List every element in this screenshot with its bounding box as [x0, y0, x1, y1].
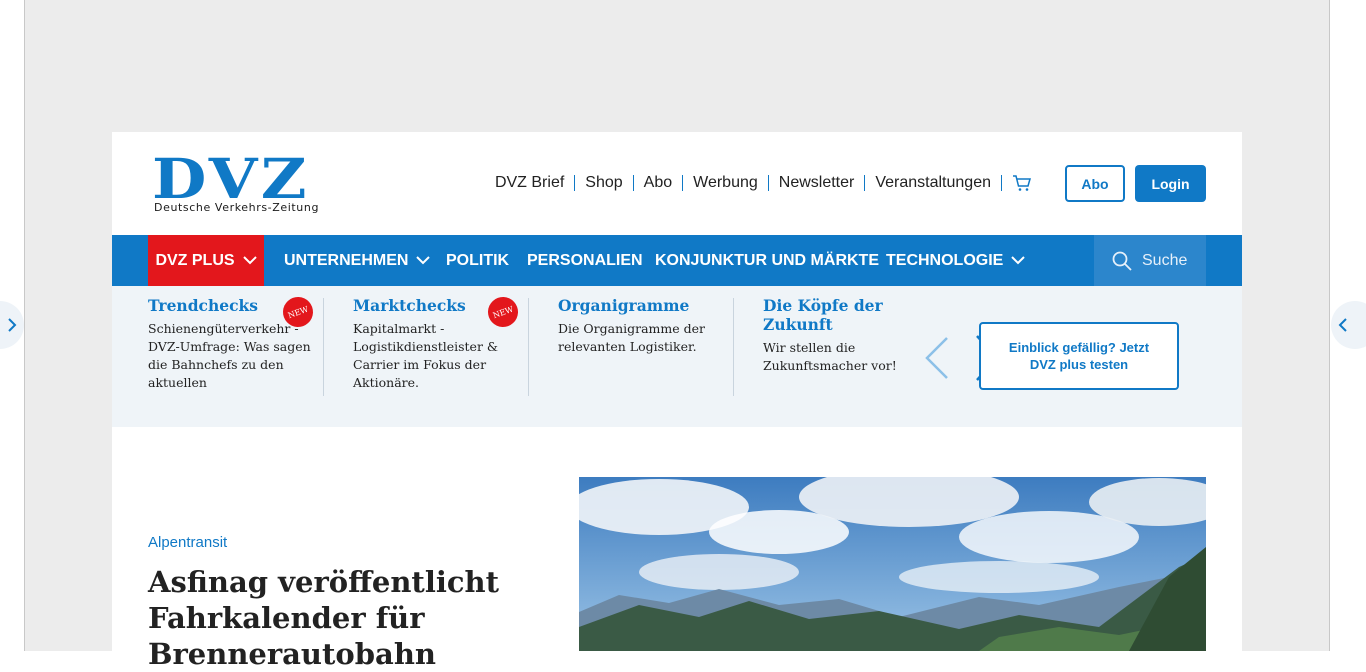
- top-navigation: DVZ Brief Shop Abo Werbung Newsletter Ve…: [485, 172, 1042, 194]
- card-divider: [323, 298, 324, 396]
- nav-item-unternehmen[interactable]: UNTERNEHMEN: [284, 235, 431, 286]
- search-button[interactable]: Suche: [1094, 235, 1206, 286]
- card-text: Kapitalmarkt - Logistikdienstleister & C…: [353, 321, 499, 390]
- card-title: Die Köpfe der Zukunft: [763, 296, 883, 334]
- card-divider: [528, 298, 529, 396]
- card-text: Die Organigramme der relevanten Logistik…: [558, 321, 705, 354]
- chevron-down-icon: [242, 256, 257, 265]
- chevron-down-icon: [416, 256, 431, 265]
- dvz-logo[interactable]: DVZ Deutsche Verkehrs-Zeitung: [152, 151, 334, 214]
- nav-item-personalien[interactable]: PERSONALIEN: [527, 235, 643, 286]
- nav-item-technologie[interactable]: TECHNOLOGIE: [886, 235, 1026, 286]
- dvz-plus-dropdown: Trendchecks Schienengüterverkehr - DVZ-U…: [112, 286, 1242, 427]
- nav-item-konjunktur[interactable]: KONJUNKTUR UND MÄRKTE: [655, 235, 879, 286]
- try-dvz-plus-button[interactable]: Einblick gefällig? Jetzt DVZ plus testen: [979, 322, 1179, 390]
- article-headline[interactable]: Asfinag veröffentlicht Fahrkalender für …: [148, 564, 528, 672]
- nav-item-label: UNTERNEHMEN: [284, 251, 409, 269]
- card-text: Wir stellen die Zukunftsmacher vor!: [763, 340, 897, 373]
- article-kicker[interactable]: Alpentransit: [148, 534, 227, 551]
- nav-item-label: TECHNOLOGIE: [886, 251, 1004, 269]
- abo-button[interactable]: Abo: [1065, 165, 1125, 202]
- top-link-dvz-brief[interactable]: DVZ Brief: [485, 175, 576, 191]
- nav-item-politik[interactable]: POLITIK: [446, 235, 509, 286]
- slider-prev-icon[interactable]: [924, 336, 950, 384]
- card-koepfe-der-zukunft[interactable]: Die Köpfe der Zukunft Wir stellen die Zu…: [763, 296, 913, 396]
- chevron-left-icon: [1337, 317, 1349, 333]
- nav-item-label: DVZ PLUS: [155, 251, 235, 269]
- nav-item-label: PERSONALIEN: [527, 251, 643, 269]
- nav-item-label: POLITIK: [446, 251, 510, 269]
- search-icon: [1112, 251, 1132, 271]
- card-divider: [733, 298, 734, 396]
- site-container: DVZ Deutsche Verkehrs-Zeitung DVZ Brief …: [112, 132, 1242, 671]
- top-link-shop[interactable]: Shop: [575, 175, 634, 191]
- nav-item-label: KONJUNKTUR UND MÄRKTE: [655, 251, 879, 269]
- search-label: Suche: [1142, 251, 1188, 269]
- chevron-right-icon: [6, 317, 18, 333]
- chevron-down-icon: [1011, 256, 1026, 265]
- carousel-prev-right-button[interactable]: [1331, 301, 1366, 349]
- main-navigation: DVZ PLUS UNTERNEHMEN POLITIK PERSONALIEN…: [112, 235, 1242, 286]
- card-title: Organigramme: [558, 296, 690, 315]
- top-link-abo[interactable]: Abo: [634, 175, 684, 191]
- article-hero-image[interactable]: [579, 477, 1206, 651]
- shopping-cart-icon[interactable]: [1002, 174, 1042, 192]
- top-link-newsletter[interactable]: Newsletter: [769, 175, 866, 191]
- nav-item-dvz-plus[interactable]: DVZ PLUS: [148, 235, 264, 286]
- top-link-veranstaltungen[interactable]: Veranstaltungen: [865, 175, 1002, 191]
- carousel-next-left-button[interactable]: [0, 301, 24, 349]
- card-text: Schienengüterverkehr - DVZ-Umfrage: Was …: [148, 321, 311, 390]
- logo-mark: DVZ: [152, 146, 310, 211]
- card-organigramme[interactable]: Organigramme Die Organigramme der releva…: [558, 296, 733, 396]
- top-link-werbung[interactable]: Werbung: [683, 175, 769, 191]
- login-button[interactable]: Login: [1135, 165, 1206, 202]
